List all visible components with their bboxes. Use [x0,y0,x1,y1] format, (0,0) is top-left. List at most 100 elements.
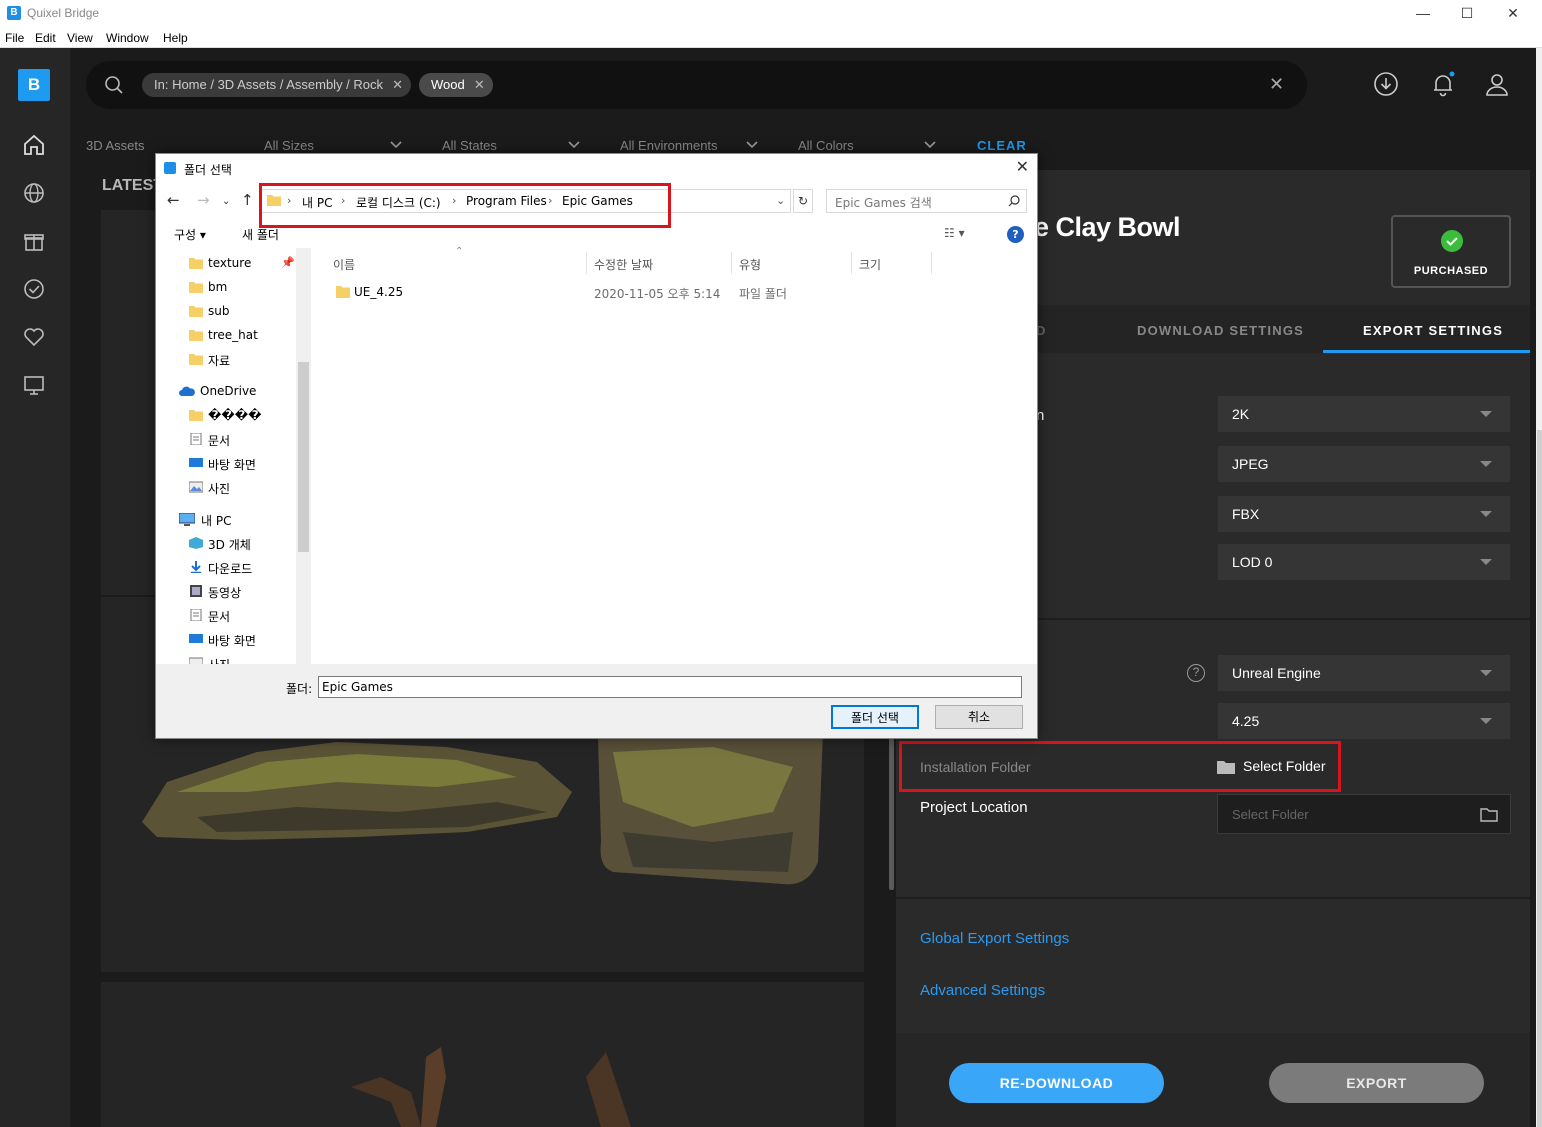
monitor-icon[interactable] [21,372,47,398]
gift-icon[interactable] [21,228,47,254]
search-chip-wood[interactable]: Wood ✕ [419,73,493,97]
tree-scrollbar[interactable] [296,248,311,664]
back-arrow-icon[interactable]: ← [167,191,180,209]
filter-environment[interactable]: All Environments [620,138,718,153]
tree-item[interactable]: 내 PC [201,512,231,529]
column-header-type[interactable]: 유형 [739,256,761,273]
tree-item[interactable]: tree_hat [208,328,258,342]
column-divider [851,252,852,274]
tree-item[interactable]: 동영상 [208,584,241,601]
divider [896,897,1530,899]
scrollbar-thumb[interactable] [298,362,309,552]
tree-item[interactable]: 3D 개체 [208,536,251,553]
export-button[interactable]: EXPORT [1269,1063,1484,1103]
new-folder-button[interactable]: 새 폴더 [242,226,279,243]
select-value: Unreal Engine [1232,665,1321,681]
minimize-button[interactable]: — [1400,2,1446,26]
export-target-select[interactable]: Unreal Engine [1218,655,1510,691]
refresh-icon[interactable]: ↻ [793,189,813,213]
tree-item[interactable]: 바탕 화면 [208,456,256,473]
pictures-icon [189,657,203,664]
help-icon[interactable]: ? [1007,226,1024,243]
tree-item[interactable]: 바탕 화면 [208,632,256,649]
close-window-button[interactable]: ✕ [1490,2,1536,26]
cancel-button[interactable]: 취소 [935,705,1023,729]
chip-label: In: Home / 3D Assets / Assembly / Rock [154,77,384,92]
asset-card[interactable] [101,982,864,1127]
search-chip-path[interactable]: In: Home / 3D Assets / Assembly / Rock ✕ [142,73,412,97]
select-folder-button[interactable]: 폴더 선택 [831,705,919,729]
search-clear-icon[interactable]: ✕ [1269,74,1284,95]
dialog-search-input[interactable]: Epic Games 검색 [826,189,1027,213]
tree-item[interactable]: sub [208,304,229,318]
clear-filters-button[interactable]: CLEAR [977,138,1027,153]
check-circle-icon[interactable] [21,276,47,302]
user-profile-icon[interactable] [1483,70,1511,98]
up-arrow-icon[interactable]: ↑ [241,191,254,209]
purchased-badge: PURCHASED [1391,215,1511,288]
help-icon[interactable]: ? [1187,664,1205,682]
filter-asset-type[interactable]: 3D Assets [86,138,145,153]
chip-remove-icon[interactable]: ✕ [474,73,485,97]
column-header-name[interactable]: 이름 [333,256,355,273]
dialog-close-button[interactable]: ✕ [1016,157,1029,176]
tree-item[interactable]: 자료 [208,352,230,369]
menu-help[interactable]: Help [163,31,188,45]
menu-edit[interactable]: Edit [35,31,56,45]
folder-icon[interactable] [1480,807,1498,822]
bridge-logo[interactable]: B [18,69,50,101]
heart-icon[interactable] [21,324,47,350]
select-value: 2K [1232,406,1250,422]
forward-arrow-icon[interactable]: → [197,191,210,209]
folder-name-input[interactable]: Epic Games [318,676,1022,698]
menubar: File Edit View Window Help [0,28,1542,48]
global-export-settings-link[interactable]: Global Export Settings [920,930,1069,947]
filter-state[interactable]: All States [442,138,497,153]
caret-down-icon [1480,670,1492,676]
globe-icon[interactable] [21,180,47,206]
menu-view[interactable]: View [67,31,93,45]
advanced-settings-link[interactable]: Advanced Settings [920,982,1045,999]
maximize-button[interactable]: ☐ [1444,2,1490,26]
select-value: 4.25 [1232,713,1260,729]
tree-item[interactable]: 사진 [208,480,230,497]
asset-title: e Clay Bowl [1034,212,1181,242]
redownload-button[interactable]: RE-DOWNLOAD [949,1063,1164,1103]
tree-item[interactable]: 사진 [208,656,230,664]
tab-download-settings[interactable]: DOWNLOAD SETTINGS [1137,323,1304,338]
column-header-size[interactable]: 크기 [859,256,881,273]
recent-chevron-icon[interactable]: ⌄ [222,196,230,207]
tree-item[interactable]: 문서 [208,608,230,625]
tree-item[interactable]: 다운로드 [208,560,252,577]
rock-asset-thumbnail [142,742,572,840]
home-icon[interactable] [21,132,47,158]
tree-item[interactable]: bm [208,280,227,294]
tree-item[interactable]: texture [208,256,251,270]
notification-bell-icon[interactable] [1429,70,1457,98]
view-options-icon[interactable]: ☷ ▾ [944,226,965,240]
select-value: LOD 0 [1232,554,1273,570]
lod-select[interactable]: LOD 0 [1218,544,1510,580]
scrollbar-thumb[interactable] [1537,430,1542,1127]
tree-item[interactable]: 문서 [208,432,230,449]
tab-export-settings[interactable]: EXPORT SETTINGS [1363,323,1503,338]
project-location-field[interactable]: Select Folder [1217,794,1511,834]
texture-format-select[interactable]: JPEG [1218,446,1510,482]
sort-indicator-icon: ⌃ [455,246,464,257]
chip-remove-icon[interactable]: ✕ [392,73,403,97]
computer-icon [179,513,195,526]
filter-color[interactable]: All Colors [798,138,854,153]
mesh-format-select[interactable]: FBX [1218,496,1510,532]
address-dropdown-icon[interactable]: ⌄ [776,194,785,207]
tree-item[interactable]: OneDrive [200,384,256,398]
menu-window[interactable]: Window [106,31,149,45]
pin-icon: 📌 [281,256,295,269]
resolution-select[interactable]: 2K [1218,396,1510,432]
tree-item[interactable]: ���� [208,408,261,422]
menu-file[interactable]: File [5,31,24,45]
filter-size[interactable]: All Sizes [264,138,314,153]
column-header-modified[interactable]: 수정한 날짜 [594,256,653,273]
organize-menu[interactable]: 구성 ▾ [174,226,206,243]
engine-version-select[interactable]: 4.25 [1218,703,1510,739]
download-icon[interactable] [1372,70,1400,98]
